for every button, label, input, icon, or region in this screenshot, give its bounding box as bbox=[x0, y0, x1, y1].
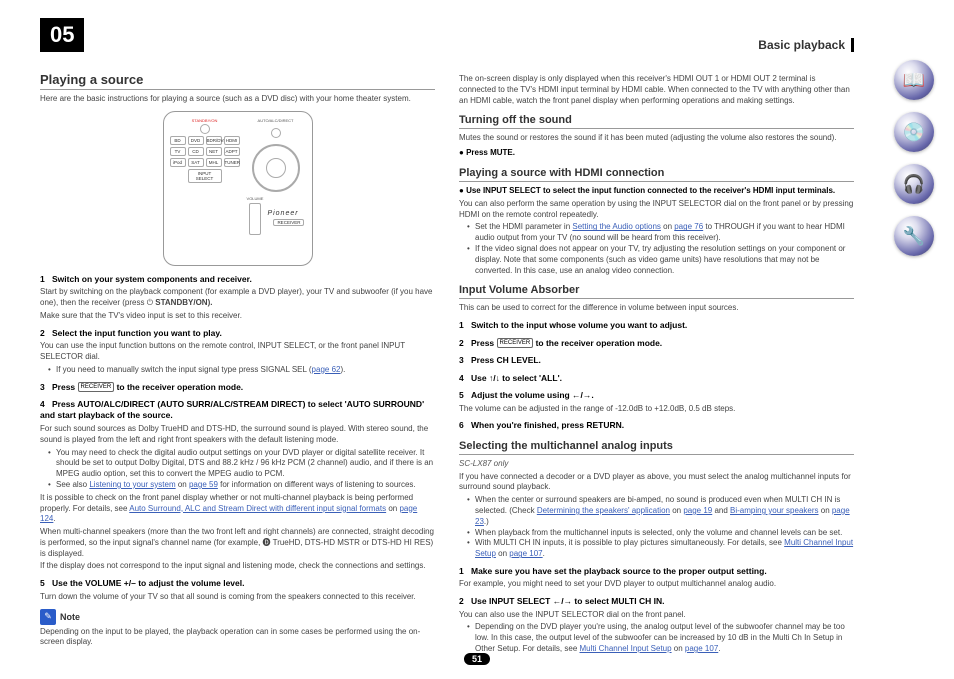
mc-bullet-3: With MULTI CH IN inputs, it is possible … bbox=[467, 538, 854, 560]
mute-body: Mutes the sound or restores the sound if… bbox=[459, 133, 854, 144]
nav-setup-icon[interactable]: 🔧 bbox=[894, 216, 934, 256]
step-4: 4Press AUTO/ALC/DIRECT (AUTO SURR/ALC/ST… bbox=[40, 399, 435, 422]
chapter-badge: 05 bbox=[40, 18, 84, 52]
step-5: 5Use the VOLUME +/– to adjust the volume… bbox=[40, 578, 435, 589]
step-2-body: You can use the input function buttons o… bbox=[40, 341, 435, 363]
remote-btn-cd: CD bbox=[188, 147, 204, 156]
step-4-p3: When multi-channel speakers (more than t… bbox=[40, 527, 435, 559]
right-column: The on-screen display is only displayed … bbox=[459, 72, 854, 655]
step-4-p4: If the display does not correspond to th… bbox=[40, 561, 435, 572]
volume-rocker-graphic bbox=[249, 203, 261, 235]
step-1: 1Switch on your system components and re… bbox=[40, 274, 435, 285]
heading-playing-source: Playing a source bbox=[40, 72, 435, 90]
remote-btn-mhl: MHL bbox=[206, 158, 222, 167]
link-auto-surround[interactable]: Auto Surround, ALC and Stream Direct wit… bbox=[129, 504, 386, 513]
note-label: Note bbox=[60, 612, 80, 622]
remote-btn-adpt: ADPT bbox=[224, 147, 240, 156]
link-page-76[interactable]: page 76 bbox=[674, 222, 703, 231]
link-page-59[interactable]: page 59 bbox=[189, 480, 218, 489]
hdmi-bullet-1: Set the HDMI parameter in Setting the Au… bbox=[467, 222, 854, 244]
heading-multichannel: Selecting the multichannel analog inputs bbox=[459, 440, 854, 455]
receiver-button-graphic: RECEIVER bbox=[273, 219, 304, 226]
volume-label: VOLUME bbox=[247, 196, 264, 201]
auto-button-graphic bbox=[271, 128, 281, 138]
mc-step-2-bullet: Depending on the DVD player you're using… bbox=[467, 622, 854, 654]
top-paragraph: The on-screen display is only displayed … bbox=[459, 74, 854, 106]
abs-step-6: 6When you're finished, press RETURN. bbox=[459, 420, 854, 431]
remote-diagram: STANDBY/ON BDDVDBDR/DVRHDMI TVCDNETADPT iP… bbox=[163, 111, 313, 266]
mc-bullet-2: When playback from the multichannel inpu… bbox=[467, 528, 854, 539]
brand-logo: Pioneer bbox=[267, 210, 304, 217]
sidebar-nav: 📖 💿 🎧 🔧 bbox=[894, 60, 934, 256]
abs-step-3: 3Press CH LEVEL. bbox=[459, 355, 854, 366]
step-5-body: Turn down the volume of your TV so that … bbox=[40, 592, 435, 603]
step-4-p2: It is possible to check on the front pan… bbox=[40, 493, 435, 525]
step-4-body: For such sound sources as Dolby TrueHD a… bbox=[40, 424, 435, 446]
note-body: Depending on the input to be played, the… bbox=[40, 627, 435, 649]
remote-btn-sat: SAT bbox=[188, 158, 204, 167]
link-page-107-2[interactable]: page 107 bbox=[685, 644, 718, 653]
mc-step-2-body: You can also use the INPUT SELECTOR dial… bbox=[459, 610, 854, 621]
breadcrumb: Basic playback bbox=[752, 38, 854, 52]
hdmi-bullet-2: If the video signal does not appear on y… bbox=[467, 244, 854, 276]
mc-body: If you have connected a decoder or a DVD… bbox=[459, 472, 854, 494]
receiver-inline-icon: RECEIVER bbox=[78, 382, 115, 392]
remote-btn-tv: TV bbox=[170, 147, 186, 156]
heading-hdmi: Playing a source with HDMI connection bbox=[459, 167, 854, 182]
intro-text: Here are the basic instructions for play… bbox=[40, 94, 435, 105]
left-column: Playing a source Here are the basic inst… bbox=[40, 72, 435, 655]
nav-audio-icon[interactable]: 🎧 bbox=[894, 164, 934, 204]
mute-step: Press MUTE. bbox=[459, 148, 854, 159]
absorber-body: This can be used to correct for the diff… bbox=[459, 303, 854, 314]
mc-step-1-body: For example, you might need to set your … bbox=[459, 579, 854, 590]
page-number: 51 bbox=[464, 653, 490, 665]
heading-absorber: Input Volume Absorber bbox=[459, 284, 854, 299]
model-note: SC-LX87 only bbox=[459, 459, 854, 470]
remote-btn-ipod: iPod bbox=[170, 158, 186, 167]
remote-btn-bdr/dvr: BDR/DVR bbox=[206, 136, 222, 145]
dpad-graphic bbox=[252, 144, 300, 192]
note-icon: ✎ bbox=[40, 609, 56, 625]
remote-btn-hdmi: HDMI bbox=[224, 136, 240, 145]
standby-button-graphic bbox=[200, 124, 210, 134]
step-4-bullet-2: See also Listening to your system on pag… bbox=[48, 480, 435, 491]
link-page-19[interactable]: page 19 bbox=[683, 506, 712, 515]
heading-turning-off: Turning off the sound bbox=[459, 114, 854, 129]
remote-btn-dvd: DVD bbox=[188, 136, 204, 145]
step-3: 3Press RECEIVER to the receiver operatio… bbox=[40, 382, 435, 393]
input-select-graphic: INPUT SELECT bbox=[188, 169, 222, 183]
step-2: 2Select the input function you want to p… bbox=[40, 328, 435, 339]
abs-step-5: 5Adjust the volume using ←/→. bbox=[459, 390, 854, 401]
link-audio-options[interactable]: Setting the Audio options bbox=[572, 222, 661, 231]
hdmi-body: You can also perform the same operation … bbox=[459, 199, 854, 221]
link-mcinput-2[interactable]: Multi Channel Input Setup bbox=[580, 644, 672, 653]
link-biamp[interactable]: Bi-amping your speakers bbox=[730, 506, 818, 515]
step-1-body2: Make sure that the TV's video input is s… bbox=[40, 311, 435, 322]
hdmi-lead: Use INPUT SELECT to select the input fun… bbox=[459, 186, 854, 197]
abs-step-2: 2Press RECEIVER to the receiver operatio… bbox=[459, 338, 854, 349]
abs-range: The volume can be adjusted in the range … bbox=[459, 404, 854, 415]
abs-step-1: 1Switch to the input whose volume you wa… bbox=[459, 320, 854, 331]
mc-step-1: 1Make sure you have set the playback sou… bbox=[459, 566, 854, 577]
standby-label: STANDBY/ON bbox=[170, 118, 240, 123]
link-listening[interactable]: Listening to your system bbox=[89, 480, 175, 489]
step-2-bullet: If you need to manually switch the input… bbox=[48, 365, 435, 376]
mc-bullet-1: When the center or surround speakers are… bbox=[467, 495, 854, 527]
receiver-inline-icon-2: RECEIVER bbox=[497, 338, 534, 348]
link-speakers-app[interactable]: Determining the speakers' application bbox=[537, 506, 670, 515]
link-page-62[interactable]: page 62 bbox=[312, 365, 341, 374]
mc-step-2: 2Use INPUT SELECT ←/→ to select MULTI CH… bbox=[459, 596, 854, 607]
link-page-107[interactable]: page 107 bbox=[509, 549, 542, 558]
step-1-body: Start by switching on the playback compo… bbox=[40, 287, 435, 309]
step-4-bullet-1: You may need to check the digital audio … bbox=[48, 448, 435, 480]
remote-btn-bd: BD bbox=[170, 136, 186, 145]
remote-btn-net: NET bbox=[206, 147, 222, 156]
remote-btn-tuner: TUNER bbox=[224, 158, 240, 167]
nav-disc-icon[interactable]: 💿 bbox=[894, 112, 934, 152]
nav-manual-icon[interactable]: 📖 bbox=[894, 60, 934, 100]
abs-step-4: 4Use ↑/↓ to select 'ALL'. bbox=[459, 373, 854, 384]
auto-label: AUTO/ALC/DIRECT bbox=[258, 118, 294, 123]
